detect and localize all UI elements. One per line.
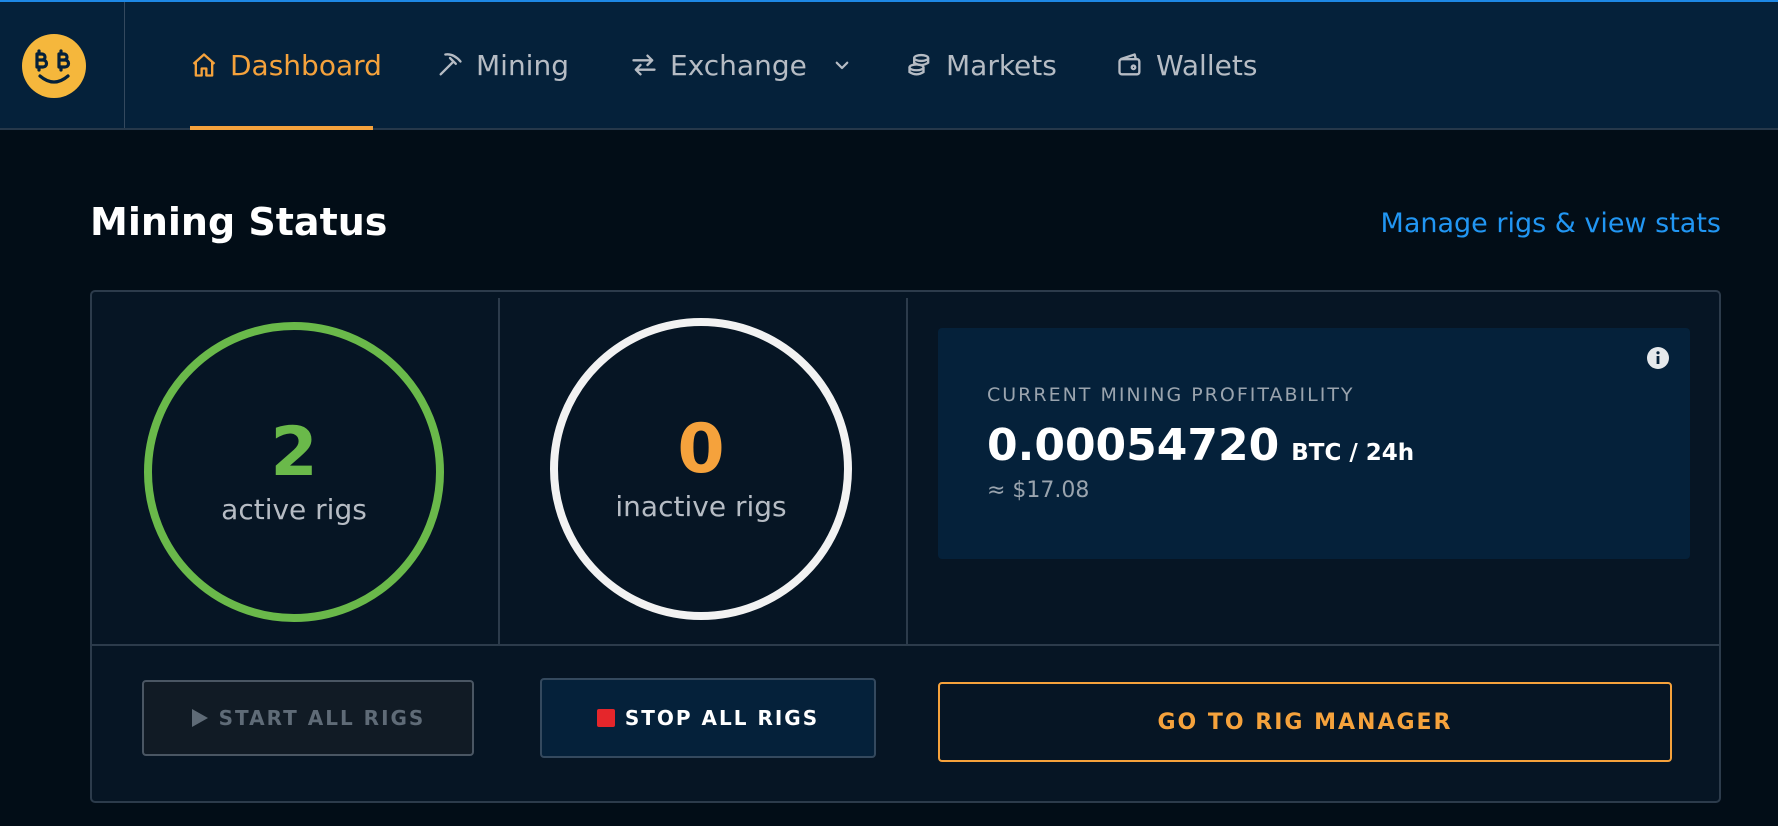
nav-item-wallets[interactable]: Wallets <box>1116 2 1257 128</box>
active-rigs-count: 2 <box>270 412 318 492</box>
logo-area <box>0 2 125 128</box>
start-all-rigs-label: START ALL RIGS <box>218 706 426 730</box>
active-rigs-panel: 2 active rigs <box>92 296 498 646</box>
nav-label-markets: Markets <box>946 48 1057 82</box>
profitability-box: CURRENT MINING PROFITABILITY 0.00054720 … <box>938 328 1690 559</box>
go-to-rig-manager-button[interactable]: GO TO RIG MANAGER <box>938 682 1672 762</box>
active-tab-indicator <box>190 126 373 130</box>
nav-item-dashboard[interactable]: Dashboard <box>190 2 382 128</box>
nav-item-mining[interactable]: Mining <box>436 2 569 128</box>
mining-status-card: 2 active rigs 0 inactive rigs CURRENT MI… <box>90 290 1721 803</box>
profitability-usd: ≈ $17.08 <box>987 478 1090 503</box>
nav-item-markets[interactable]: Markets <box>906 2 1057 128</box>
swap-arrows-icon <box>632 54 656 76</box>
pickaxe-icon <box>439 53 462 76</box>
section-title: Mining Status <box>90 200 388 244</box>
manage-rigs-link[interactable]: Manage rigs & view stats <box>1381 208 1721 239</box>
inactive-rigs-ring: 0 inactive rigs <box>550 318 852 620</box>
nav-item-exchange[interactable]: Exchange <box>630 2 851 128</box>
wallet-icon <box>1118 53 1141 76</box>
play-icon <box>191 709 208 727</box>
nav-label-mining: Mining <box>476 48 569 82</box>
active-rigs-ring: 2 active rigs <box>144 322 444 622</box>
stop-all-rigs-button[interactable]: STOP ALL RIGS <box>540 678 876 758</box>
start-all-rigs-button[interactable]: START ALL RIGS <box>142 680 474 756</box>
profitability-label: CURRENT MINING PROFITABILITY <box>987 384 1355 406</box>
inactive-rigs-label: inactive rigs <box>615 489 787 523</box>
profitability-value-row: 0.00054720 BTC / 24h <box>987 420 1414 471</box>
stop-all-rigs-label: STOP ALL RIGS <box>624 706 820 730</box>
stop-icon <box>596 709 615 727</box>
info-icon[interactable] <box>1646 346 1670 370</box>
inactive-rigs-count: 0 <box>677 409 725 489</box>
chevron-down-icon <box>835 61 849 70</box>
panel-divider <box>906 298 908 645</box>
bitcoin-smiley-logo[interactable] <box>22 34 86 98</box>
coins-stack-icon <box>908 53 930 76</box>
top-navbar: Dashboard Mining Exchange Markets Wallet… <box>0 2 1778 130</box>
active-rigs-label: active rigs <box>221 492 367 526</box>
inactive-rigs-panel: 0 inactive rigs <box>500 296 906 646</box>
profitability-value: 0.00054720 <box>987 420 1280 471</box>
nav-label-dashboard: Dashboard <box>230 48 382 82</box>
nav-label-exchange: Exchange <box>670 48 807 82</box>
home-icon <box>192 53 216 77</box>
profitability-unit: BTC / 24h <box>1291 440 1415 466</box>
nav-label-wallets: Wallets <box>1156 48 1258 82</box>
go-to-rig-manager-label: GO TO RIG MANAGER <box>1157 709 1453 735</box>
card-divider <box>92 644 1719 646</box>
